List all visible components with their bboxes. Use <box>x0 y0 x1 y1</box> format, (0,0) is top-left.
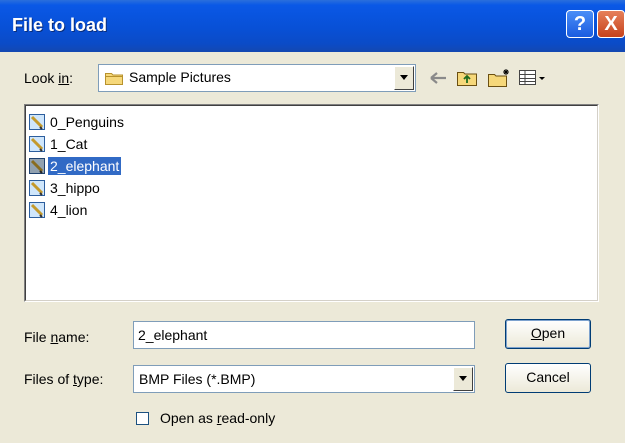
file-name-text: 3_hippo <box>50 180 100 196</box>
dialog-title: File to load <box>12 15 108 35</box>
file-list[interactable]: 0_Penguins 1_Cat 2_elephant 3_hippo 4_li… <box>24 104 599 302</box>
cancel-button[interactable]: Cancel <box>505 363 591 393</box>
bitmap-file-icon <box>29 114 45 130</box>
open-button[interactable]: Open <box>505 319 591 349</box>
look-in-value: Sample Pictures <box>129 69 231 85</box>
file-name-input[interactable]: 2_elephant <box>133 321 475 349</box>
read-only-label: Open as read-only <box>160 410 276 426</box>
up-folder-icon[interactable] <box>456 68 478 88</box>
read-only-checkbox[interactable] <box>136 412 149 425</box>
view-menu-icon[interactable] <box>518 68 548 88</box>
bitmap-file-icon <box>29 136 45 152</box>
bitmap-file-icon <box>29 180 45 196</box>
file-name-text: 0_Penguins <box>50 114 124 130</box>
folder-icon <box>105 71 123 85</box>
title-bar[interactable]: File to load ? X <box>0 0 625 52</box>
file-type-dropdown-arrow[interactable] <box>453 367 473 391</box>
back-arrow-icon[interactable] <box>428 68 450 88</box>
file-name-text: 4_lion <box>50 202 88 218</box>
file-type-label: Files of type: <box>24 371 104 387</box>
new-folder-icon[interactable] <box>487 68 511 88</box>
bitmap-file-icon <box>29 202 45 218</box>
bitmap-file-icon <box>29 158 45 174</box>
help-button[interactable]: ? <box>566 10 594 38</box>
look-in-combo[interactable]: Sample Pictures <box>98 64 416 92</box>
close-button[interactable]: X <box>597 10 625 38</box>
list-item-1[interactable]: 1_Cat <box>29 133 89 155</box>
file-dialog: File to load ? X Look in: Sample Picture… <box>0 0 625 443</box>
file-list-inner: 0_Penguins 1_Cat 2_elephant 3_hippo 4_li… <box>25 105 598 301</box>
look-in-label: Look in: <box>24 70 74 86</box>
list-item-0[interactable]: 0_Penguins <box>29 111 126 133</box>
file-name-text: 1_Cat <box>50 136 88 152</box>
list-item-3[interactable]: 3_hippo <box>29 177 102 199</box>
file-type-value: BMP Files (*.BMP) <box>139 371 256 387</box>
list-item-2[interactable]: 2_elephant <box>29 155 122 177</box>
look-in-dropdown-arrow[interactable] <box>394 66 414 90</box>
file-name-label: File name: <box>24 329 90 345</box>
file-name-text: 2_elephant <box>48 157 122 175</box>
list-item-4[interactable]: 4_lion <box>29 199 89 221</box>
file-type-combo[interactable]: BMP Files (*.BMP) <box>133 365 475 393</box>
